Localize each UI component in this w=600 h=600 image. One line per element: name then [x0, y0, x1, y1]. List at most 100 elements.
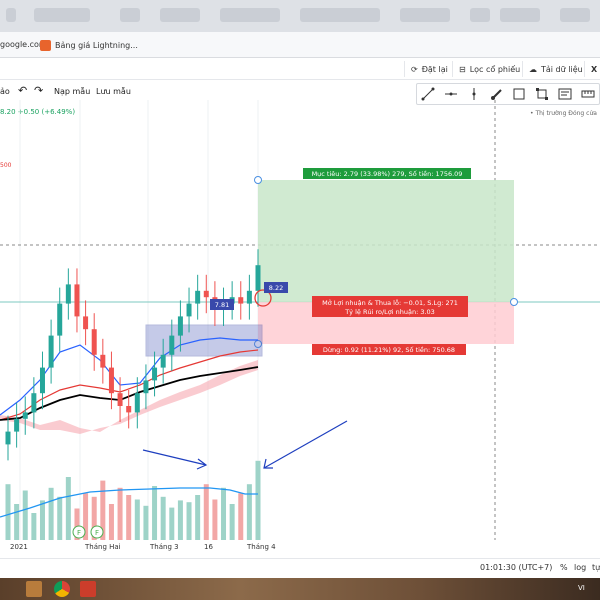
candle-body — [255, 265, 261, 291]
svg-text:Mở Lợi nhuận & Thua lỗ: −0.01,: Mở Lợi nhuận & Thua lỗ: −0.01, S.Lg: 271 — [322, 298, 458, 307]
annotation-arrow-right[interactable] — [263, 420, 348, 469]
app-icon[interactable] — [80, 581, 96, 597]
candle-body — [160, 354, 166, 368]
candle-body — [39, 367, 45, 394]
time-tick: 16 — [204, 543, 213, 551]
volume-bar — [169, 507, 175, 540]
candle-body — [177, 316, 183, 336]
price-tag-right: 8.22 — [264, 282, 288, 293]
candle-body — [126, 406, 132, 413]
volume-bar — [31, 513, 37, 540]
price-chart[interactable]: F F Mục tiêu: 2.79 (33.98%) 279, Số tiền… — [0, 100, 600, 540]
volume-bar — [117, 487, 123, 540]
volume-bar — [48, 487, 54, 540]
volume-bar — [14, 504, 20, 540]
candle-body — [31, 393, 37, 413]
percent-scale-button[interactable]: % — [560, 563, 568, 572]
candle-body — [152, 367, 158, 381]
volume-bar — [229, 504, 235, 540]
candle-body — [57, 303, 63, 336]
screen: google.com Bảng giá Lightning... ⟳ Đặt l… — [0, 0, 600, 600]
candle-body — [5, 431, 11, 445]
close-button[interactable]: X — [584, 61, 600, 77]
svg-text:Tỷ lệ Rủi ro/Lợi nhuận: 3.03: Tỷ lệ Rủi ro/Lợi nhuận: 3.03 — [344, 307, 435, 316]
volume-bar — [160, 496, 166, 540]
chrome-icon[interactable] — [54, 581, 70, 597]
bookmarks-bar: google.com Bảng giá Lightning... — [0, 32, 600, 58]
volume-bar — [22, 490, 28, 540]
volume-bar — [126, 495, 132, 540]
volume-bar — [39, 500, 45, 540]
time-tick: Tháng Hai — [85, 543, 121, 551]
volume-bar — [65, 477, 71, 540]
load-template-button[interactable]: Nạp mẫu — [54, 87, 90, 96]
volume-bar — [143, 505, 149, 540]
time-tick: Tháng 3 — [150, 543, 179, 551]
download-data-button[interactable]: ☁ Tải dữ liệu — [522, 61, 589, 77]
candle-body — [22, 412, 28, 419]
bookmark-favicon-icon — [40, 40, 51, 51]
time-tick: 2021 — [10, 543, 28, 551]
volume-bar — [212, 499, 218, 540]
candle-body — [246, 290, 252, 304]
event-marker-2[interactable]: F — [90, 525, 104, 539]
chart-bottom-bar: 01:01:30 (UTC+7) % log tự — [0, 558, 600, 576]
volume-bar — [152, 486, 158, 540]
target-zone[interactable] — [258, 180, 514, 302]
candle-body — [195, 290, 201, 304]
target-handle[interactable] — [254, 176, 262, 184]
candle-body — [134, 393, 140, 413]
candle-body — [143, 380, 149, 394]
volume-bar — [203, 484, 209, 540]
candle-body — [48, 335, 54, 368]
volume-bar — [177, 500, 183, 540]
os-taskbar: VI — [0, 578, 600, 600]
volume-bar — [108, 504, 114, 540]
browser-tabstrip — [0, 0, 600, 32]
svg-text:F: F — [95, 529, 99, 537]
width-handle[interactable] — [510, 298, 518, 306]
stop-label: Dừng: 0.92 (11.21%) 92, Số tiền: 750.68 — [312, 344, 466, 355]
time-tick: Tháng 4 — [247, 543, 276, 551]
save-template-button[interactable]: Lưu mẫu — [96, 87, 131, 96]
time-axis: 2021 Tháng Hai Tháng 3 16 Tháng 4 — [0, 540, 600, 554]
app-toolbar: ⟳ Đặt lại ⊟ Lọc cổ phiếu ☁ Tải dữ liệu X — [0, 58, 600, 80]
svg-text:7.81: 7.81 — [215, 301, 229, 309]
volume-bar — [255, 460, 261, 540]
candle-body — [169, 335, 175, 355]
volume-bar — [186, 502, 192, 540]
candle-body — [203, 290, 209, 298]
pnl-label: Mở Lợi nhuận & Thua lỗ: −0.01, S.Lg: 271… — [312, 296, 468, 317]
reset-button[interactable]: ⟳ Đặt lại — [404, 61, 454, 77]
redo-icon[interactable]: ↷ — [34, 84, 43, 97]
svg-text:Mục tiêu: 2.79 (33.98%) 279, S: Mục tiêu: 2.79 (33.98%) 279, Số tiền: 17… — [312, 170, 463, 178]
candle-body — [14, 418, 20, 432]
filter-icon: ⊟ — [459, 64, 466, 74]
candle-body — [83, 316, 89, 330]
event-marker-1[interactable]: F — [72, 525, 86, 539]
clock-readout: 01:01:30 (UTC+7) — [480, 563, 553, 572]
volume-bar — [238, 493, 244, 540]
candle-body — [186, 303, 192, 317]
undo-icon[interactable]: ↶ — [18, 84, 27, 97]
volume-bar — [57, 496, 63, 540]
volume-bar — [134, 499, 140, 540]
svg-text:F: F — [77, 529, 81, 537]
stock-filter-button[interactable]: ⊟ Lọc cổ phiếu — [452, 61, 526, 77]
volume-group — [5, 460, 261, 540]
volume-bar — [195, 495, 201, 540]
volume-bar — [5, 484, 11, 540]
candle-body — [108, 367, 114, 394]
annotation-arrow-left[interactable] — [142, 449, 208, 470]
log-scale-button[interactable]: log — [574, 563, 586, 572]
target-label: Mục tiêu: 2.79 (33.98%) 279, Số tiền: 17… — [303, 168, 471, 179]
auto-scale-button[interactable]: tự — [592, 563, 600, 572]
candle-body — [100, 354, 106, 368]
file-explorer-icon[interactable] — [26, 581, 42, 597]
partial-label: ảo — [0, 87, 10, 96]
volume-bar — [221, 487, 227, 540]
candle-body — [91, 329, 97, 355]
language-indicator: VI — [578, 584, 585, 592]
svg-text:8.22: 8.22 — [269, 284, 283, 292]
bookmark-lightning[interactable]: Bảng giá Lightning... — [40, 40, 138, 51]
